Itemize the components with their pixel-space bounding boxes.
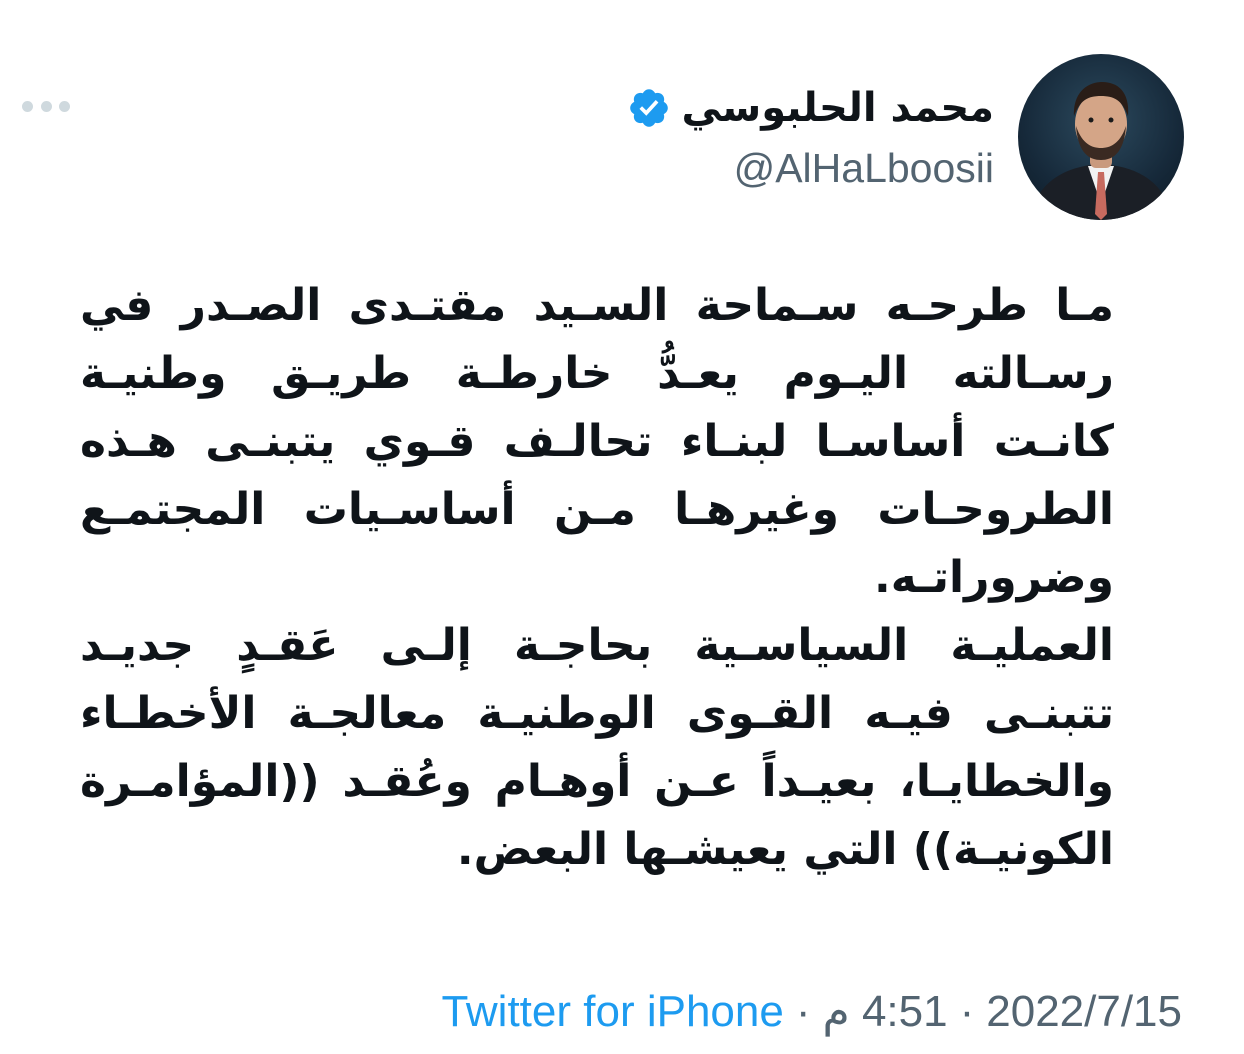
- tweet-text: مـا طرحـه سـماحة السـيد مقتـدى الصـدر في…: [80, 272, 1114, 884]
- tweet-text-line: العمليـة السياسـية بحاجـة إلـى عَقـدٍ جد…: [80, 620, 1114, 671]
- meta-separator-2: ·: [959, 987, 975, 1036]
- tweet-time[interactable]: 4:51 م: [822, 984, 947, 1040]
- tweet-date[interactable]: 2022/7/15: [986, 984, 1182, 1040]
- verified-badge-icon: [627, 86, 671, 130]
- tweet-meta: Twitter for iPhone · 4:51 م · 2022/7/15: [441, 984, 1182, 1040]
- source-link[interactable]: Twitter for iPhone: [441, 984, 783, 1040]
- meta-separator: ·: [795, 987, 811, 1036]
- display-name[interactable]: محمد الحلبوسي: [681, 80, 994, 136]
- tweet-text-line: رسـالته اليـوم يعـدُّ خارطـة طريـق وطنيـ…: [80, 348, 1114, 399]
- tweet-text-line: تتبنـى فيـه القـوى الوطنيـة معالجـة الأخ…: [80, 688, 1114, 739]
- tweet-text-line: مـا طرحـه سـماحة السـيد مقتـدى الصـدر في: [80, 280, 1114, 331]
- name-row: محمد الحلبوسي: [627, 80, 994, 136]
- tweet-text-line: وضروراتـه.: [874, 552, 1114, 603]
- tweet-card: محمد الحلبوسي @AlHaLboosii مـا طرحـه سـم…: [0, 0, 1244, 1054]
- person-portrait-icon: [1028, 82, 1174, 220]
- user-handle[interactable]: @AlHaLboosii: [734, 140, 994, 196]
- tweet-text-line: الطروحـات وغيرهـا مـن أساسـيات المجتمـع: [80, 484, 1114, 535]
- avatar[interactable]: [1018, 54, 1184, 220]
- tweet-text-line: والخطايـا، بعيـداً عـن أوهـام وعُقـد ((ا…: [80, 756, 1114, 807]
- tweet-text-line: الكونيـة)) التي يعيشـها البعض.: [456, 824, 1114, 875]
- more-horizontal-icon[interactable]: [22, 92, 70, 120]
- tweet-text-line: كانـت أساسـا لبنـاء تحالـف قـوي يتبنـى ه…: [80, 416, 1114, 467]
